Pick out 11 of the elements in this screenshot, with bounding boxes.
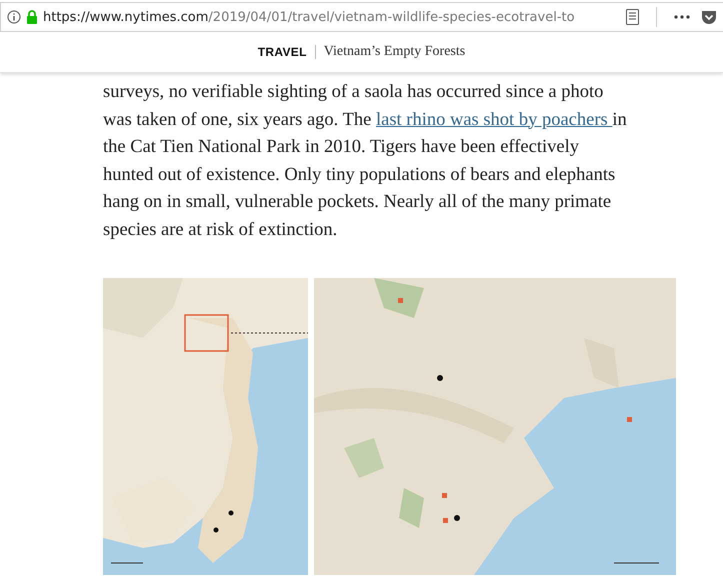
article-paragraph: surveys, no verifiable sighting of a saola has occurred since a photo was taken of one, six years ago. The last rhino was shot by poachers in the Cat Tien National Park in 2010. Tigers have been effectively hunted out of existence. Only tiny populations of bears and elephants hang on in small, vulnerable pockets. Nearly all of the many primate species are at risk of extinction.: [103, 81, 628, 242]
reader-view-icon[interactable]: [626, 9, 639, 25]
article-title: Vietnam’s Empty Forests: [324, 44, 466, 60]
info-icon[interactable]: [7, 10, 21, 24]
section-label[interactable]: TRAVEL: [258, 45, 307, 59]
lock-icon[interactable]: [26, 10, 38, 24]
article-link[interactable]: last rhino was shot by poachers: [376, 110, 612, 130]
more-icon[interactable]: [674, 15, 690, 19]
url-text[interactable]: https://www.nytimes.com/2019/04/01/travel/vietnam-wildlife-species-ecotravel-to: [43, 10, 621, 24]
address-bar[interactable]: https://www.nytimes.com/2019/04/01/travel/vietnam-wildlife-species-ecotravel-to: [0, 2, 723, 32]
pocket-icon[interactable]: [701, 10, 717, 24]
